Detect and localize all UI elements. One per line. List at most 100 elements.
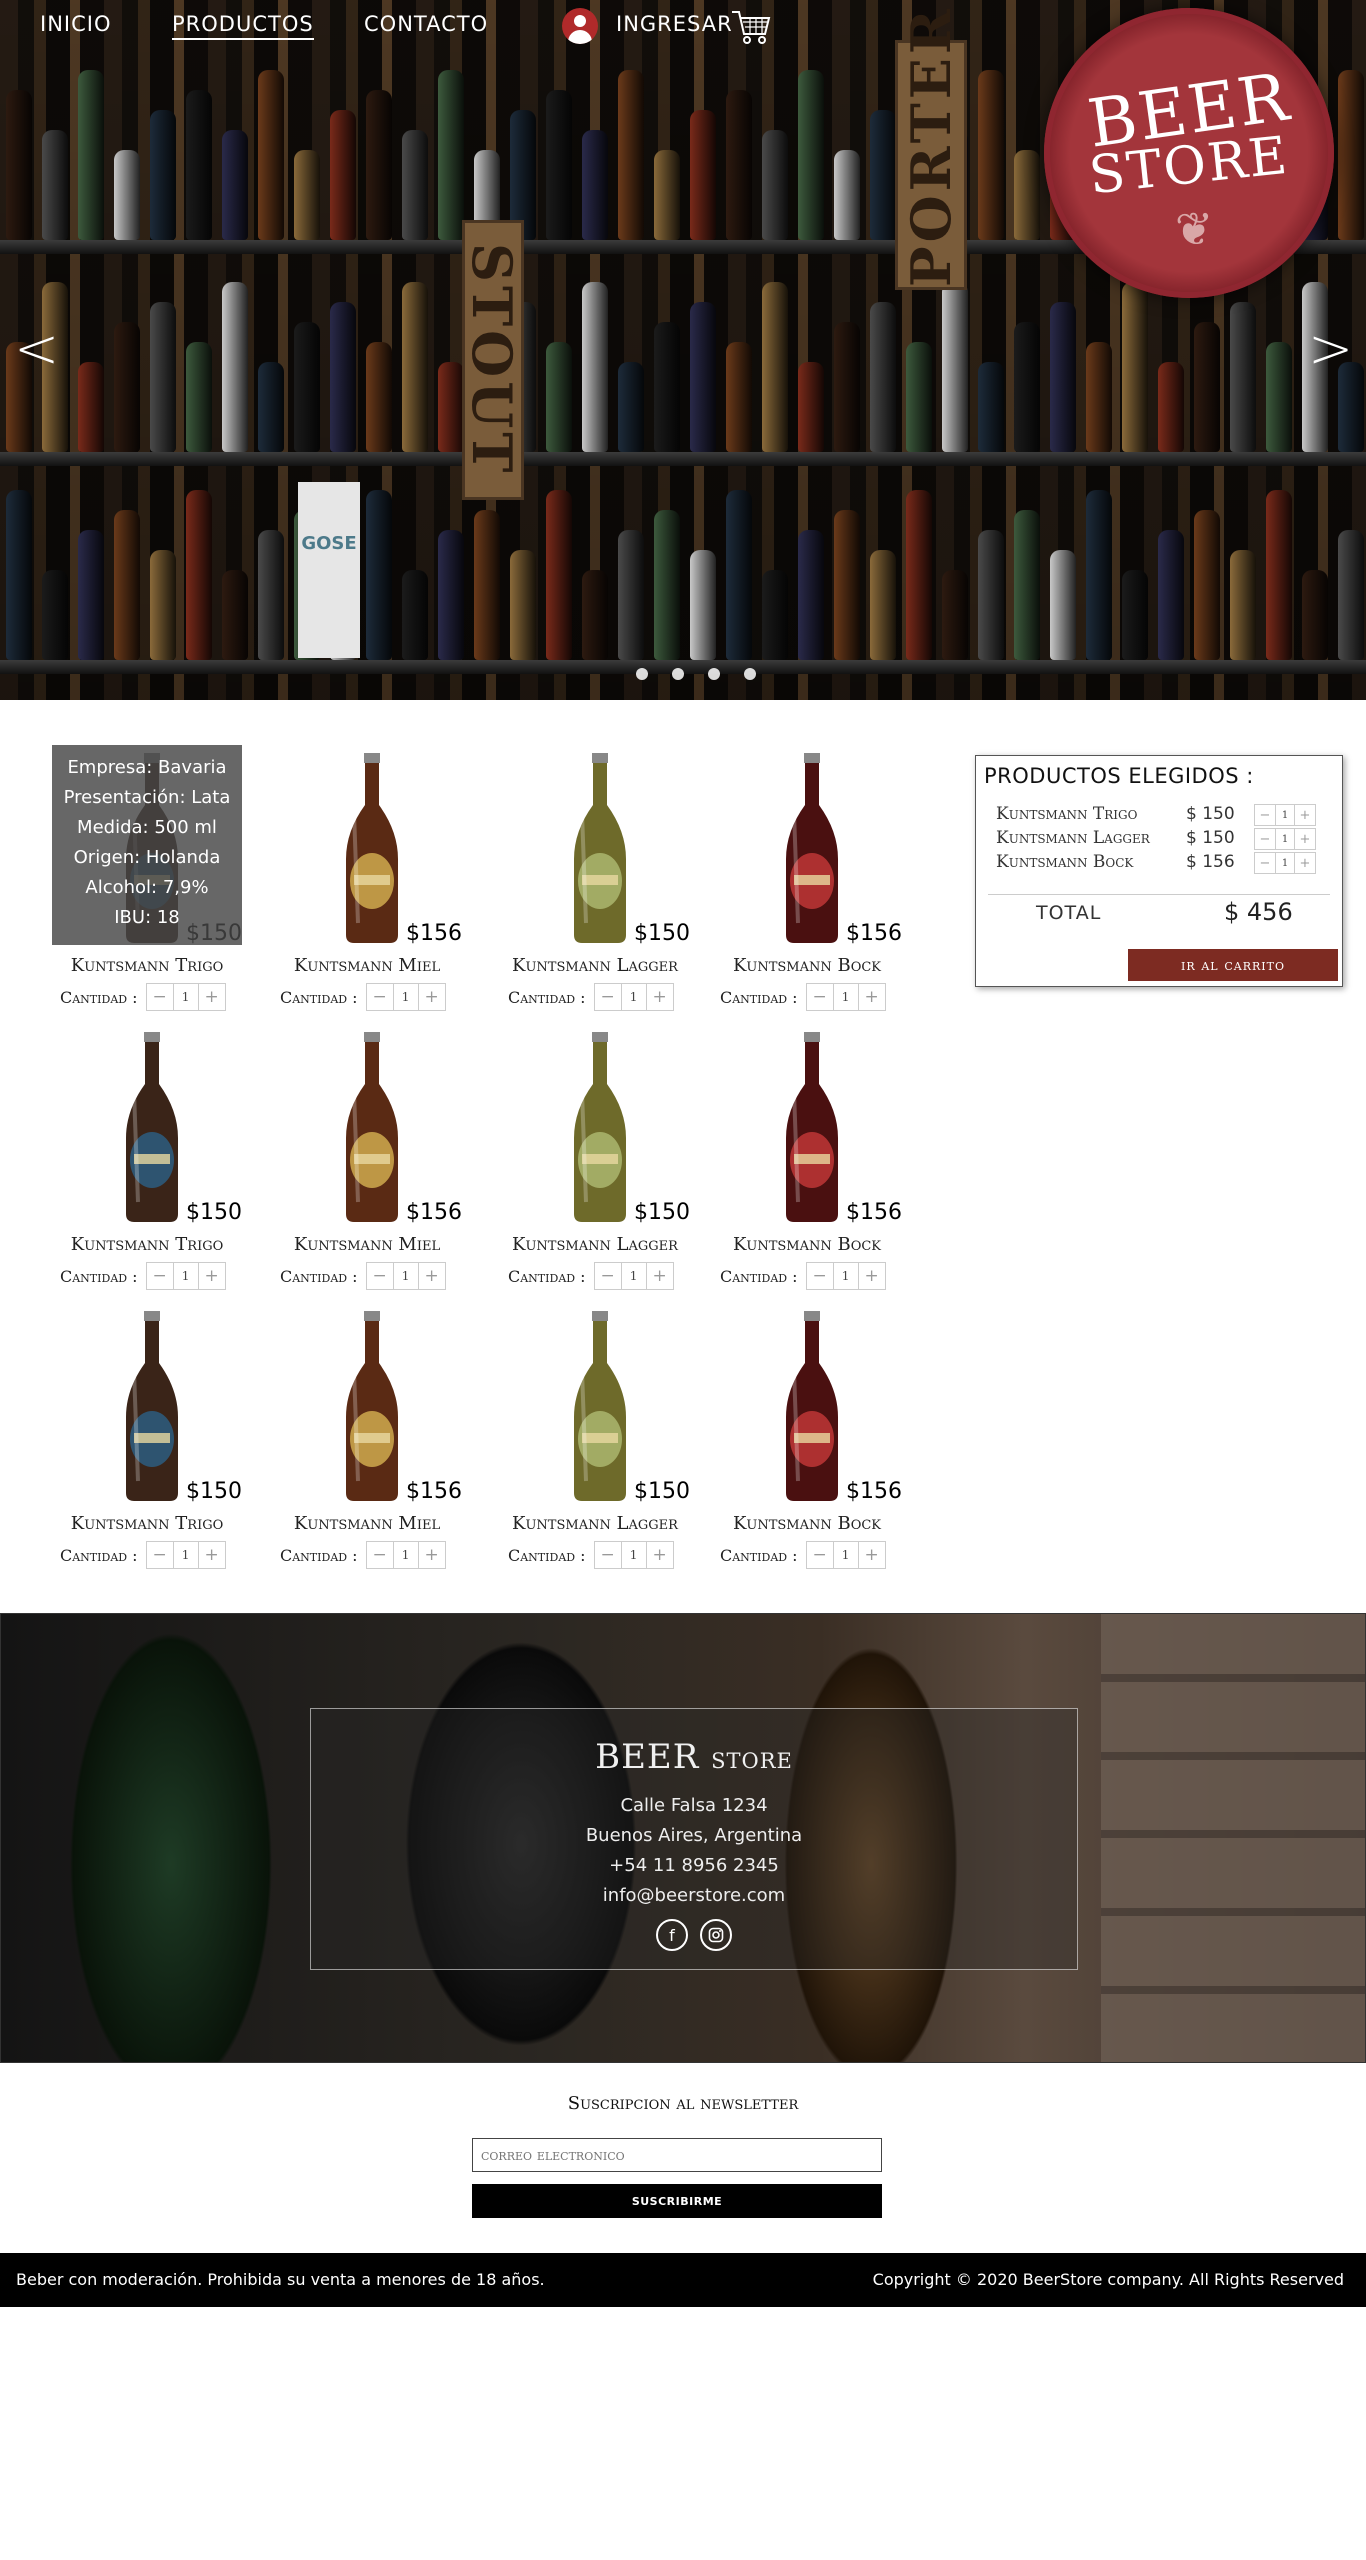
quantity-stepper[interactable]: −1 + (805, 1541, 886, 1569)
footer-email[interactable]: info@beerstore.com (311, 1881, 1077, 1911)
quantity-value[interactable]: 1 (832, 1263, 859, 1289)
quantity-value[interactable]: 1 (172, 1263, 199, 1289)
quantity-stepper[interactable]: −1 + (593, 1541, 674, 1569)
minus-icon[interactable]: − (367, 984, 393, 1010)
nav-inicio[interactable]: INICIO (40, 12, 111, 36)
nav-contacto[interactable]: CONTACTO (364, 12, 488, 36)
user-avatar-icon[interactable] (562, 8, 598, 44)
cart-item-qty[interactable]: 1 (1275, 853, 1295, 873)
product-name[interactable]: Kuntsmann Lagger (500, 1513, 690, 1534)
quantity-stepper[interactable]: −1 + (145, 1262, 226, 1290)
minus-icon[interactable]: − (147, 1263, 173, 1289)
minus-icon[interactable]: − (147, 984, 173, 1010)
nav-ingresar[interactable]: INGRESAR (616, 12, 733, 36)
product-image[interactable] (272, 745, 462, 945)
plus-icon[interactable]: + (859, 1542, 885, 1568)
product-image[interactable] (500, 1303, 690, 1503)
minus-icon[interactable]: − (595, 984, 621, 1010)
product-card[interactable]: Empresa: Bavaria Presentación: Lata Medida… (52, 745, 242, 1025)
cart-item-stepper[interactable]: −1 + (1254, 852, 1316, 874)
product-card[interactable]: $150 Kuntsmann Lagger Cantidad : −1 + (500, 745, 690, 1025)
carousel-next-arrow-icon[interactable]: > (1308, 322, 1353, 376)
quantity-value[interactable]: 1 (832, 984, 859, 1010)
plus-icon[interactable]: + (647, 1542, 673, 1568)
minus-icon[interactable]: − (367, 1263, 393, 1289)
quantity-stepper[interactable]: −1 + (593, 983, 674, 1011)
plus-icon[interactable]: + (859, 1263, 885, 1289)
quantity-stepper[interactable]: −1 + (365, 983, 446, 1011)
product-name[interactable]: Kuntsmann Lagger (500, 955, 690, 976)
plus-icon[interactable]: + (199, 1263, 225, 1289)
quantity-value[interactable]: 1 (392, 1542, 419, 1568)
quantity-value[interactable]: 1 (172, 984, 199, 1010)
quantity-value[interactable]: 1 (620, 1542, 647, 1568)
product-image[interactable] (272, 1024, 462, 1224)
minus-icon[interactable]: − (1255, 853, 1275, 873)
quantity-value[interactable]: 1 (620, 984, 647, 1010)
carousel-dot[interactable] (636, 668, 648, 680)
product-name[interactable]: Kuntsmann Miel (272, 1513, 462, 1534)
quantity-stepper[interactable]: −1 + (805, 1262, 886, 1290)
minus-icon[interactable]: − (807, 1542, 833, 1568)
product-name[interactable]: Kuntsmann Trigo (52, 955, 242, 976)
quantity-value[interactable]: 1 (620, 1263, 647, 1289)
quantity-stepper[interactable]: −1 + (593, 1262, 674, 1290)
quantity-stepper[interactable]: −1 + (365, 1541, 446, 1569)
carousel-prev-arrow-icon[interactable]: < (14, 322, 59, 376)
quantity-value[interactable]: 1 (832, 1542, 859, 1568)
quantity-stepper[interactable]: −1 + (145, 983, 226, 1011)
plus-icon[interactable]: + (647, 1263, 673, 1289)
product-image[interactable]: Empresa: Bavaria Presentación: Lata Medida… (52, 745, 242, 945)
cart-item-stepper[interactable]: −1 + (1254, 804, 1316, 826)
product-card[interactable]: $150 Kuntsmann Trigo Cantidad : −1 + (52, 1024, 242, 1304)
minus-icon[interactable]: − (595, 1542, 621, 1568)
product-image[interactable] (52, 1303, 242, 1503)
minus-icon[interactable]: − (1255, 805, 1275, 825)
quantity-value[interactable]: 1 (392, 1263, 419, 1289)
minus-icon[interactable]: − (367, 1542, 393, 1568)
product-card[interactable]: $156 Kuntsmann Miel Cantidad : −1 + (272, 1024, 462, 1304)
plus-icon[interactable]: + (419, 1263, 445, 1289)
product-card[interactable]: $156 Kuntsmann Bock Cantidad : −1 + (712, 1024, 902, 1304)
go-to-cart-button[interactable]: ir al carrito (1128, 949, 1338, 981)
product-image[interactable] (500, 745, 690, 945)
product-image[interactable] (712, 1024, 902, 1224)
product-name[interactable]: Kuntsmann Bock (712, 1234, 902, 1255)
product-name[interactable]: Kuntsmann Miel (272, 955, 462, 976)
plus-icon[interactable]: + (199, 1542, 225, 1568)
product-name[interactable]: Kuntsmann Trigo (52, 1234, 242, 1255)
plus-icon[interactable]: + (1295, 829, 1315, 849)
product-image[interactable] (712, 1303, 902, 1503)
quantity-stepper[interactable]: −1 + (805, 983, 886, 1011)
product-card[interactable]: $156 Kuntsmann Bock Cantidad : −1 + (712, 745, 902, 1025)
product-image[interactable] (712, 745, 902, 945)
product-card[interactable]: $156 Kuntsmann Bock Cantidad : −1 + (712, 1303, 902, 1583)
plus-icon[interactable]: + (419, 984, 445, 1010)
product-name[interactable]: Kuntsmann Miel (272, 1234, 462, 1255)
minus-icon[interactable]: − (595, 1263, 621, 1289)
minus-icon[interactable]: − (1255, 829, 1275, 849)
instagram-icon[interactable] (700, 1919, 732, 1951)
plus-icon[interactable]: + (1295, 853, 1315, 873)
product-name[interactable]: Kuntsmann Bock (712, 1513, 902, 1534)
product-card[interactable]: $150 Kuntsmann Lagger Cantidad : −1 + (500, 1024, 690, 1304)
quantity-value[interactable]: 1 (172, 1542, 199, 1568)
cart-item-qty[interactable]: 1 (1275, 829, 1295, 849)
plus-icon[interactable]: + (647, 984, 673, 1010)
cart-item-qty[interactable]: 1 (1275, 805, 1295, 825)
product-card[interactable]: $150 Kuntsmann Lagger Cantidad : −1 + (500, 1303, 690, 1583)
subscribe-button[interactable]: SUSCRIBIRME (472, 2184, 882, 2218)
product-image[interactable] (272, 1303, 462, 1503)
quantity-stepper[interactable]: −1 + (365, 1262, 446, 1290)
plus-icon[interactable]: + (859, 984, 885, 1010)
minus-icon[interactable]: − (807, 984, 833, 1010)
plus-icon[interactable]: + (199, 984, 225, 1010)
carousel-dot[interactable] (744, 668, 756, 680)
product-name[interactable]: Kuntsmann Trigo (52, 1513, 242, 1534)
product-image[interactable] (52, 1024, 242, 1224)
product-card[interactable]: $156 Kuntsmann Miel Cantidad : −1 + (272, 1303, 462, 1583)
minus-icon[interactable]: − (807, 1263, 833, 1289)
newsletter-email-input[interactable] (472, 2138, 882, 2172)
carousel-dot[interactable] (708, 668, 720, 680)
plus-icon[interactable]: + (419, 1542, 445, 1568)
